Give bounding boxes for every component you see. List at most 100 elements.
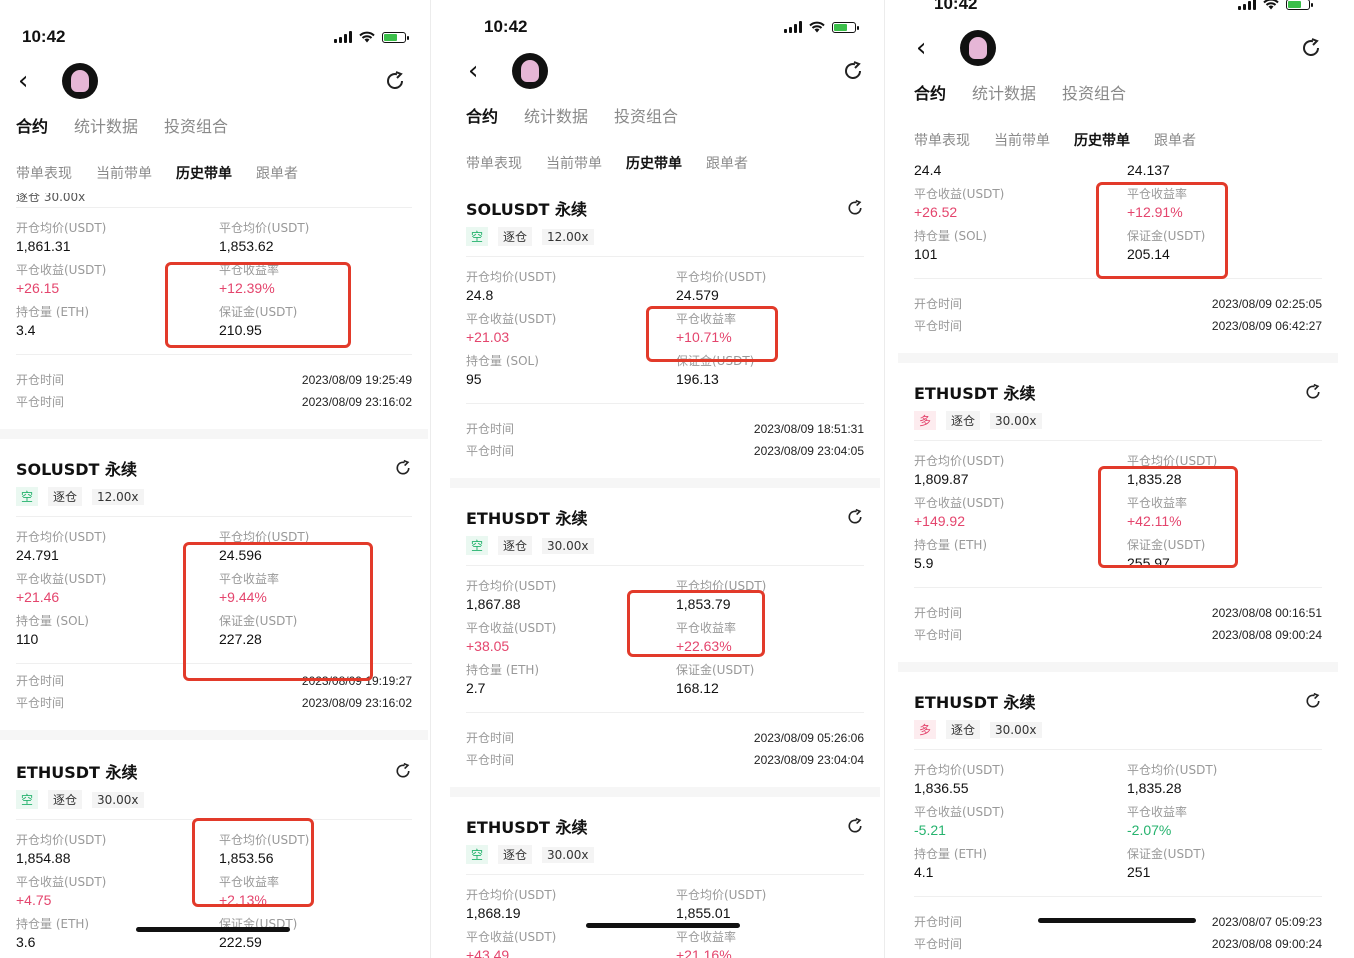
label-qty: 持仓量 (ETH) [914, 847, 988, 861]
margin-value: 196.13 [676, 371, 719, 387]
highlight-box [165, 262, 351, 348]
sub-tabs: 带单表现 当前带单 历史带单 跟单者 [898, 120, 1338, 160]
card-title: ETHUSDT 永续 [466, 818, 588, 837]
card-separator [898, 662, 1338, 672]
side-tag: 空 [466, 845, 489, 864]
status-bar: 10:42 [450, 5, 880, 49]
open-time-value: 2023/08/08 00:16:51 [1211, 606, 1322, 620]
label-open-time: 开仓时间 [914, 915, 963, 929]
wifi-icon [809, 21, 825, 33]
tab-current-orders[interactable]: 当前带单 [96, 163, 152, 183]
label-close-pnl: 平仓收益(USDT) [466, 930, 557, 944]
battery-icon [832, 21, 859, 33]
share-icon[interactable] [846, 199, 864, 217]
label-close-rate: 平仓收益率 [676, 930, 737, 944]
close-time-value: 2023/08/09 23:16:02 [301, 395, 412, 409]
tab-contract[interactable]: 合约 [914, 80, 946, 104]
side-tag: 空 [466, 227, 489, 246]
tab-performance[interactable]: 带单表现 [16, 163, 72, 183]
battery-icon [1286, 0, 1313, 10]
tab-followers[interactable]: 跟单者 [1154, 130, 1196, 150]
mode-tag: 逐仓 [946, 411, 981, 430]
mode-tag: 逐仓 [48, 487, 83, 506]
share-icon[interactable] [394, 762, 412, 780]
share-icon[interactable] [1304, 692, 1322, 710]
tab-history-orders[interactable]: 历史带单 [626, 153, 682, 173]
home-indicator[interactable] [136, 927, 290, 932]
partial-tags: 逐仓 30.00x [16, 193, 86, 204]
tab-current-orders[interactable]: 当前带单 [994, 130, 1050, 150]
highlight-box [192, 818, 314, 907]
tab-followers[interactable]: 跟单者 [706, 153, 748, 173]
card-title: SOLUSDT 永续 [16, 460, 138, 479]
side-tag: 多 [914, 720, 937, 739]
avatar[interactable] [62, 63, 98, 99]
home-indicator[interactable] [1038, 918, 1196, 923]
avatar[interactable] [512, 53, 548, 89]
signal-icon [334, 31, 352, 43]
label-open-time: 开仓时间 [16, 674, 65, 688]
tab-history-orders[interactable]: 历史带单 [176, 163, 232, 183]
tab-history-orders[interactable]: 历史带单 [1074, 130, 1130, 150]
tab-performance[interactable]: 带单表现 [466, 153, 522, 173]
label-close-rate: 平仓收益率 [1127, 805, 1188, 819]
open-time-value: 2023/08/09 02:25:05 [1211, 297, 1322, 311]
open-avg-value: 1,854.88 [16, 850, 71, 866]
share-icon[interactable] [842, 60, 864, 82]
close-rate-value: -2.07% [1127, 822, 1172, 838]
close-avg-value: 24.137 [1127, 162, 1170, 178]
share-icon[interactable] [394, 459, 412, 477]
open-time-value: 2023/08/09 19:25:49 [301, 373, 412, 387]
qty-value: 4.1 [914, 864, 934, 880]
qty-value: 5.9 [914, 555, 934, 571]
leverage-tag: 12.00x [542, 228, 594, 245]
card-separator [450, 478, 880, 488]
highlight-box [627, 590, 765, 657]
open-avg-value: 24.4 [914, 162, 942, 178]
close-pnl-value: +43.49 [466, 947, 510, 958]
screen-3: 10:42 ‹ 合约 统计数据 投资组合 带单表现 当前带单 历史带单 跟单者 … [898, 0, 1338, 958]
leverage-tag: 30.00x [92, 791, 144, 808]
close-pnl-value: -5.21 [914, 822, 946, 838]
tab-current-orders[interactable]: 当前带单 [546, 153, 602, 173]
margin-value: 168.12 [676, 680, 719, 696]
back-icon[interactable]: ‹ [916, 35, 940, 61]
share-icon[interactable] [846, 817, 864, 835]
label-close-pnl: 平仓收益(USDT) [466, 312, 557, 326]
back-icon[interactable]: ‹ [18, 68, 42, 94]
tab-statistics[interactable]: 统计数据 [74, 113, 138, 137]
wifi-icon [359, 31, 375, 43]
open-avg-value: 1,809.87 [914, 471, 969, 487]
open-time-value: 2023/08/07 05:09:23 [1211, 915, 1322, 929]
share-icon[interactable] [1300, 37, 1322, 59]
label-margin: 保证金(USDT) [1127, 847, 1206, 861]
tab-performance[interactable]: 带单表现 [914, 130, 970, 150]
back-icon[interactable]: ‹ [468, 58, 492, 84]
qty-value: 3.6 [16, 934, 36, 950]
tab-statistics[interactable]: 统计数据 [524, 103, 588, 127]
label-close-time: 平仓时间 [914, 628, 963, 642]
home-indicator[interactable] [586, 923, 740, 928]
tab-contract[interactable]: 合约 [466, 103, 498, 127]
wifi-icon [1263, 0, 1279, 10]
main-tabs: 合约 统计数据 投资组合 [0, 103, 428, 147]
share-icon[interactable] [846, 508, 864, 526]
trade-card[interactable]: ETHUSDT 永续 多 逐仓 30.00x 开仓均价(USDT) 1,836.5… [898, 686, 1338, 955]
qty-value: 110 [16, 631, 39, 647]
tab-portfolio[interactable]: 投资组合 [1062, 80, 1126, 104]
tab-followers[interactable]: 跟单者 [256, 163, 298, 183]
tab-contract[interactable]: 合约 [16, 113, 48, 137]
tab-statistics[interactable]: 统计数据 [972, 80, 1036, 104]
tab-portfolio[interactable]: 投资组合 [164, 113, 228, 137]
trade-card[interactable]: ETHUSDT 永续 空 逐仓 30.00x 开仓均价(USDT) 1,868.1… [450, 811, 880, 958]
close-avg-value: 1,853.62 [219, 238, 274, 254]
tab-portfolio[interactable]: 投资组合 [614, 103, 678, 127]
leverage-tag: 30.00x [542, 846, 594, 863]
label-qty: 持仓量 (SOL) [914, 229, 987, 243]
close-avg-value: 1,835.28 [1127, 780, 1182, 796]
card-separator [0, 730, 428, 740]
share-icon[interactable] [1304, 383, 1322, 401]
side-tag: 多 [914, 411, 937, 430]
share-icon[interactable] [384, 70, 406, 92]
avatar[interactable] [960, 30, 996, 66]
